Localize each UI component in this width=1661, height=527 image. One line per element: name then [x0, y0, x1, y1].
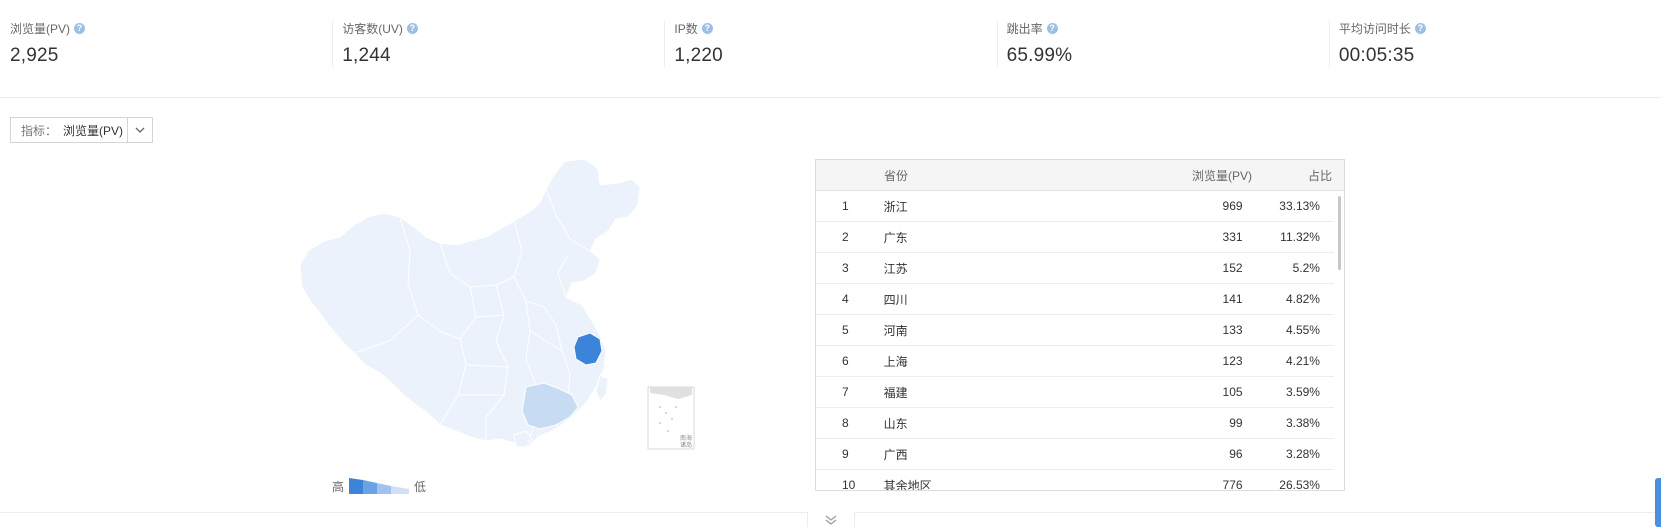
row-pv: 331 — [1222, 230, 1243, 244]
row-pv: 133 — [1222, 323, 1243, 337]
help-icon[interactable]: ? — [1414, 22, 1426, 34]
row-ratio: 3.59% — [1285, 385, 1320, 399]
china-map: 南海 诸岛 — [300, 158, 695, 450]
south-sea-inset: 南海 诸岛 — [647, 386, 695, 450]
row-rank: 9 — [842, 447, 849, 461]
inset-label: 诸岛 — [680, 441, 692, 449]
stat-value: 65.99% — [1006, 45, 1073, 66]
map-region-zhejiang[interactable] — [573, 332, 603, 366]
stat-value: 00:05:35 — [1338, 45, 1415, 66]
row-rank: 4 — [842, 292, 849, 306]
legend-low-label: 低 — [414, 479, 427, 494]
metric-select[interactable]: 指标： 浏览量(PV) — [10, 117, 153, 143]
help-icon[interactable]: ? — [701, 22, 713, 34]
header-ratio: 占比 — [1307, 168, 1332, 183]
row-ratio: 3.28% — [1285, 447, 1320, 461]
table-row: 3 江苏 152 5.2% — [816, 253, 1334, 284]
row-ratio: 11.32% — [1280, 230, 1320, 244]
table-body[interactable]: 1 浙江 969 33.13% 2 广东 331 11.32% 3 江苏 152… — [816, 191, 1344, 491]
help-icon[interactable]: ? — [1046, 22, 1058, 34]
table-row: 2 广东 331 11.32% — [816, 222, 1334, 253]
table-row: 8 山东 99 3.38% — [816, 408, 1334, 439]
row-pv: 105 — [1222, 385, 1243, 399]
province-rank-table: 省份 浏览量(PV) 占比 1 浙江 969 33.13% 2 广东 331 1… — [815, 159, 1345, 491]
table-row: 6 上海 123 4.21% — [816, 346, 1334, 377]
stat-value: 1,244 — [342, 45, 391, 66]
table-row: 5 河南 133 4.55% — [816, 315, 1334, 346]
stat-value: 1,220 — [674, 45, 723, 66]
row-province: 上海 — [883, 354, 908, 369]
stat-ip: IP数 ? 1,220 — [664, 0, 996, 97]
map-regions — [300, 158, 641, 450]
row-pv: 776 — [1222, 478, 1243, 491]
stats-bar: 浏览量(PV) ? 2,925 访客数(UV) ? 1,244 IP数 ? 1,… — [0, 0, 1661, 98]
row-province: 四川 — [883, 292, 908, 307]
row-rank: 3 — [842, 261, 849, 275]
legend-high-label: 高 — [332, 479, 345, 494]
table-row: 7 福建 105 3.59% — [816, 377, 1334, 408]
table-row: 9 广西 96 3.28% — [816, 439, 1334, 470]
row-rank: 8 — [842, 416, 849, 430]
row-province: 江苏 — [883, 261, 908, 276]
stat-label: IP数 — [674, 21, 698, 36]
stat-value: 2,925 — [10, 45, 59, 66]
table-header: 省份 浏览量(PV) 占比 — [816, 160, 1344, 191]
table-row: 10 其余地区 776 26.53% — [816, 470, 1334, 491]
expand-toggle[interactable] — [807, 512, 855, 527]
row-rank: 10 — [842, 478, 856, 491]
stat-bounce-rate: 跳出率 ? 65.99% — [996, 0, 1329, 97]
side-panel-handle[interactable] — [1655, 478, 1661, 527]
row-ratio: 4.82% — [1285, 292, 1320, 306]
row-ratio: 4.55% — [1285, 323, 1320, 337]
row-ratio: 33.13% — [1279, 199, 1320, 213]
row-province: 广东 — [883, 230, 908, 245]
row-pv: 96 — [1229, 447, 1243, 461]
row-province: 广西 — [883, 447, 908, 462]
header-province: 省份 — [884, 168, 909, 183]
stat-uv: 访客数(UV) ? 1,244 — [332, 0, 664, 97]
row-province: 山东 — [883, 416, 908, 431]
table-row: 4 四川 141 4.82% — [816, 284, 1334, 315]
stat-label: 浏览量(PV) — [10, 21, 71, 36]
double-chevron-down-icon — [825, 515, 837, 525]
metric-select-value: 浏览量(PV) — [63, 123, 124, 138]
row-province: 其余地区 — [883, 478, 932, 491]
row-rank: 6 — [842, 354, 849, 368]
stat-label: 访客数(UV) — [342, 21, 403, 36]
row-province: 河南 — [883, 323, 908, 338]
inset-label: 南海 — [680, 434, 692, 442]
table-row: 1 浙江 969 33.13% — [816, 191, 1334, 222]
row-ratio: 26.53% — [1279, 478, 1320, 491]
row-rank: 7 — [842, 385, 849, 399]
map-region-mainland[interactable] — [300, 158, 641, 450]
legend-gradient — [349, 478, 410, 494]
row-rank: 5 — [842, 323, 849, 337]
header-pv: 浏览量(PV) — [1191, 168, 1252, 183]
row-pv: 123 — [1222, 354, 1243, 368]
row-pv: 969 — [1222, 199, 1243, 213]
metric-select-label: 指标： — [21, 123, 58, 138]
chevron-down-icon[interactable] — [127, 118, 152, 142]
table-scrollbar[interactable] — [1338, 196, 1341, 270]
row-province: 浙江 — [883, 199, 908, 214]
row-ratio: 4.21% — [1285, 354, 1320, 368]
row-rank: 2 — [842, 230, 849, 244]
row-rank: 1 — [842, 199, 849, 213]
page: 浏览量(PV) ? 2,925 访客数(UV) ? 1,244 IP数 ? 1,… — [0, 0, 1661, 527]
row-ratio: 3.38% — [1285, 416, 1320, 430]
stat-pv: 浏览量(PV) ? 2,925 — [0, 0, 332, 97]
row-ratio: 5.2% — [1292, 261, 1320, 275]
row-pv: 99 — [1229, 416, 1243, 430]
help-icon[interactable]: ? — [406, 22, 418, 34]
row-province: 福建 — [883, 385, 908, 400]
row-pv: 141 — [1222, 292, 1243, 306]
stat-label: 平均访问时长 — [1338, 21, 1411, 36]
stat-avg-duration: 平均访问时长 ? 00:05:35 — [1328, 0, 1661, 97]
help-icon[interactable]: ? — [74, 22, 86, 34]
map-legend: 高 低 — [332, 476, 426, 496]
row-pv: 152 — [1222, 261, 1243, 275]
stat-label: 跳出率 — [1006, 21, 1043, 36]
